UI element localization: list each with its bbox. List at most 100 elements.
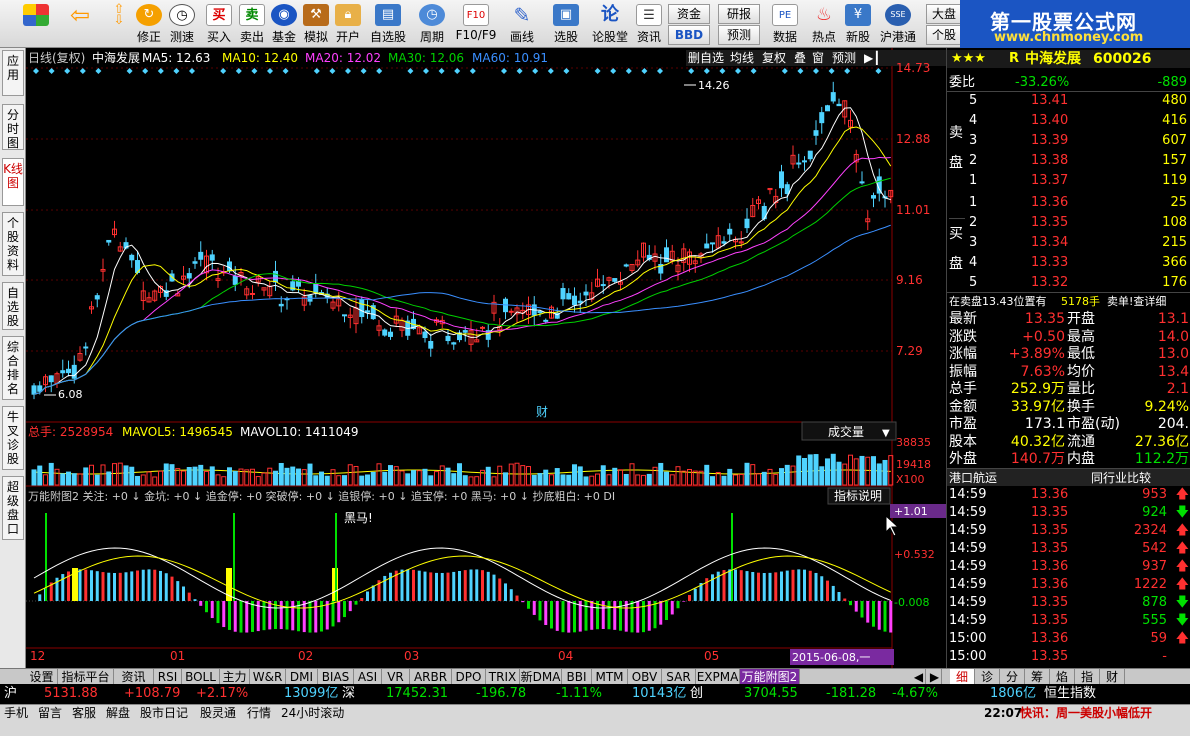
indicator-tab[interactable]: 万能附图2 xyxy=(740,669,800,685)
indicator-tab[interactable]: ARBR xyxy=(410,669,452,685)
tab-intraday[interactable]: 分时图 xyxy=(2,104,24,150)
predict-button[interactable]: 预测 xyxy=(832,51,856,65)
cy-index-value: 3704.55 xyxy=(744,686,798,701)
status-link[interactable]: 股市日记 xyxy=(140,705,188,721)
indicator-tab[interactable]: OBV xyxy=(628,669,662,685)
indicator-tab[interactable]: DMI xyxy=(286,669,318,685)
quote-tab[interactable]: 焰 xyxy=(1050,669,1075,685)
indicator-tab[interactable]: 资讯 xyxy=(114,669,154,685)
window-button[interactable]: 窗 xyxy=(812,51,824,65)
indicator-tab[interactable]: BBI xyxy=(562,669,592,685)
volume-bar xyxy=(416,470,422,486)
hotspot-button[interactable]: ♨ 热点 xyxy=(808,2,840,46)
stock-picker-button[interactable]: ▣ 选股 xyxy=(548,2,584,46)
sell-button[interactable]: 卖卖出 xyxy=(237,2,267,46)
quote-tab[interactable]: 细 xyxy=(950,669,975,685)
f10-button[interactable]: F10 F10/F9 xyxy=(454,2,498,46)
bid-row[interactable]: 4 13.33 366 xyxy=(947,254,1190,272)
indicator-tab[interactable]: MTM xyxy=(592,669,628,685)
expand-icon[interactable]: ▶┃ xyxy=(864,50,880,65)
quote-tab[interactable]: 财 xyxy=(1100,669,1125,685)
quote-tab[interactable]: 分 xyxy=(1000,669,1025,685)
ask-row[interactable]: 3 13.39 607 xyxy=(947,132,1190,150)
tab-apps[interactable]: 应用 xyxy=(2,50,24,96)
order-notice[interactable]: 在卖盘13.43位置有 5178手 卖单!查详细 xyxy=(947,292,1190,310)
indicator-tab[interactable]: VR xyxy=(382,669,410,685)
speed-test-button[interactable]: ◷ 测速 xyxy=(167,2,197,46)
indicator-tab[interactable]: TRIX xyxy=(486,669,520,685)
open-account-button[interactable]: 🔒︎ 开户 xyxy=(333,2,363,46)
status-link[interactable]: 手机 xyxy=(4,705,28,721)
buy-button[interactable]: 买买入 xyxy=(204,2,234,46)
ask-row[interactable]: 5 13.41 480 xyxy=(947,92,1190,110)
status-link[interactable]: 客服 xyxy=(72,705,96,721)
status-link[interactable]: 24小时滚动 xyxy=(281,705,344,721)
status-link[interactable]: 留言 xyxy=(38,705,62,721)
kline-chart-area[interactable]: 日线(复权) 中海发展 MA5: 12.63 MA10: 12.40 MA20:… xyxy=(26,48,946,668)
forecast-button[interactable]: 预测 xyxy=(718,25,760,45)
indicator-tab[interactable]: 主力 xyxy=(220,669,250,685)
back-button[interactable]: ⇦ xyxy=(62,2,98,46)
watchlist-button[interactable]: ▤ 自选股 xyxy=(368,2,408,46)
status-link[interactable]: 行情 xyxy=(247,705,271,721)
status-link[interactable]: 解盘 xyxy=(106,705,130,721)
indicator-tab[interactable]: BIAS xyxy=(318,669,354,685)
indicator-tab[interactable]: BOLL xyxy=(182,669,220,685)
next-tab-icon[interactable]: ▶ xyxy=(928,669,942,685)
adjust-button[interactable]: 复权 xyxy=(762,51,786,65)
ask-row[interactable]: 4 13.40 416 xyxy=(947,112,1190,130)
bid-row[interactable]: 3 13.34 215 xyxy=(947,234,1190,252)
bbd-button[interactable]: BBD xyxy=(668,25,710,45)
industry-compare-link[interactable]: 同行业比较 xyxy=(1091,469,1151,487)
indicator-tab[interactable]: EXPMA xyxy=(696,669,740,685)
svg-text:12: 12 xyxy=(30,649,45,663)
status-link[interactable]: 股灵通 xyxy=(200,705,236,721)
remove-watch-button[interactable]: 删自选 xyxy=(688,51,724,65)
revise-button[interactable]: ↻ 修正 xyxy=(134,2,164,46)
tab-ranking[interactable]: 综合排名 xyxy=(2,336,24,400)
hk-connect-button[interactable]: SSE 沪港通 xyxy=(876,2,920,46)
market-button[interactable]: 大盘 xyxy=(926,4,962,24)
indicator-tab[interactable]: 指标平台 xyxy=(58,669,114,685)
up-down-button[interactable]: ⇧ ⇩ xyxy=(106,2,132,46)
bid-row[interactable]: 1 13.36 25 xyxy=(947,194,1190,212)
simulate-button[interactable]: ⚒ 模拟 xyxy=(301,2,331,46)
fund-button[interactable]: ◉ 基金 xyxy=(269,2,299,46)
quote-tab[interactable]: 指 xyxy=(1075,669,1100,685)
ask-row[interactable]: 1 13.37 119 xyxy=(947,172,1190,190)
candle-body xyxy=(572,295,577,306)
indicator-tab[interactable]: RSI xyxy=(154,669,182,685)
overlay-button[interactable]: 叠 xyxy=(794,51,806,65)
indicator-tab[interactable]: DPO xyxy=(452,669,486,685)
indicator-tab[interactable]: 设置 xyxy=(26,669,58,685)
new-stock-button[interactable]: ¥ 新股 xyxy=(842,2,874,46)
ma20-line xyxy=(33,156,891,395)
sector-row[interactable]: 港口航运 同行业比较 xyxy=(947,468,1190,486)
draw-line-button[interactable]: ✎ 画线 xyxy=(504,2,540,46)
news-button[interactable]: ☰ 资讯 xyxy=(634,2,664,46)
prev-tab-icon[interactable]: ◀ xyxy=(912,669,926,685)
ma-button[interactable]: 均线 xyxy=(730,51,754,65)
forum-button[interactable]: 论论股堂 xyxy=(590,2,630,46)
indicator-tab[interactable]: ASI xyxy=(354,669,382,685)
tab-super-orderbook[interactable]: 超级盘口 xyxy=(2,476,24,540)
indicator-tab[interactable]: SAR xyxy=(662,669,696,685)
indicator-tab[interactable]: 新DMA xyxy=(520,669,562,685)
quote-tab[interactable]: 诊 xyxy=(975,669,1000,685)
tab-stock-profile[interactable]: 个股资料 xyxy=(2,212,24,276)
ask-row[interactable]: 2 13.38 157 xyxy=(947,152,1190,170)
indicator-tab[interactable]: W&R xyxy=(250,669,286,685)
tab-watchlist[interactable]: 自选股 xyxy=(2,282,24,330)
tab-diagnosis[interactable]: 牛叉诊股 xyxy=(2,406,24,470)
news-ticker[interactable]: 快讯：周一美股小幅低开 xyxy=(1020,705,1152,721)
single-stock-button[interactable]: 个股 xyxy=(926,25,962,45)
period-button[interactable]: ◷ 周期 xyxy=(414,2,450,46)
tab-kline[interactable]: K线图 xyxy=(2,158,24,206)
bid-row[interactable]: 2 13.35 108 xyxy=(947,214,1190,232)
research-button[interactable]: 研报 xyxy=(718,4,760,24)
quote-tab[interactable]: 筹 xyxy=(1025,669,1050,685)
fund-dropdown[interactable]: 资金 xyxy=(668,4,710,24)
data-button[interactable]: PE 数据 xyxy=(766,2,804,46)
home-button[interactable] xyxy=(20,2,52,46)
bid-row[interactable]: 5 13.32 176 xyxy=(947,274,1190,292)
